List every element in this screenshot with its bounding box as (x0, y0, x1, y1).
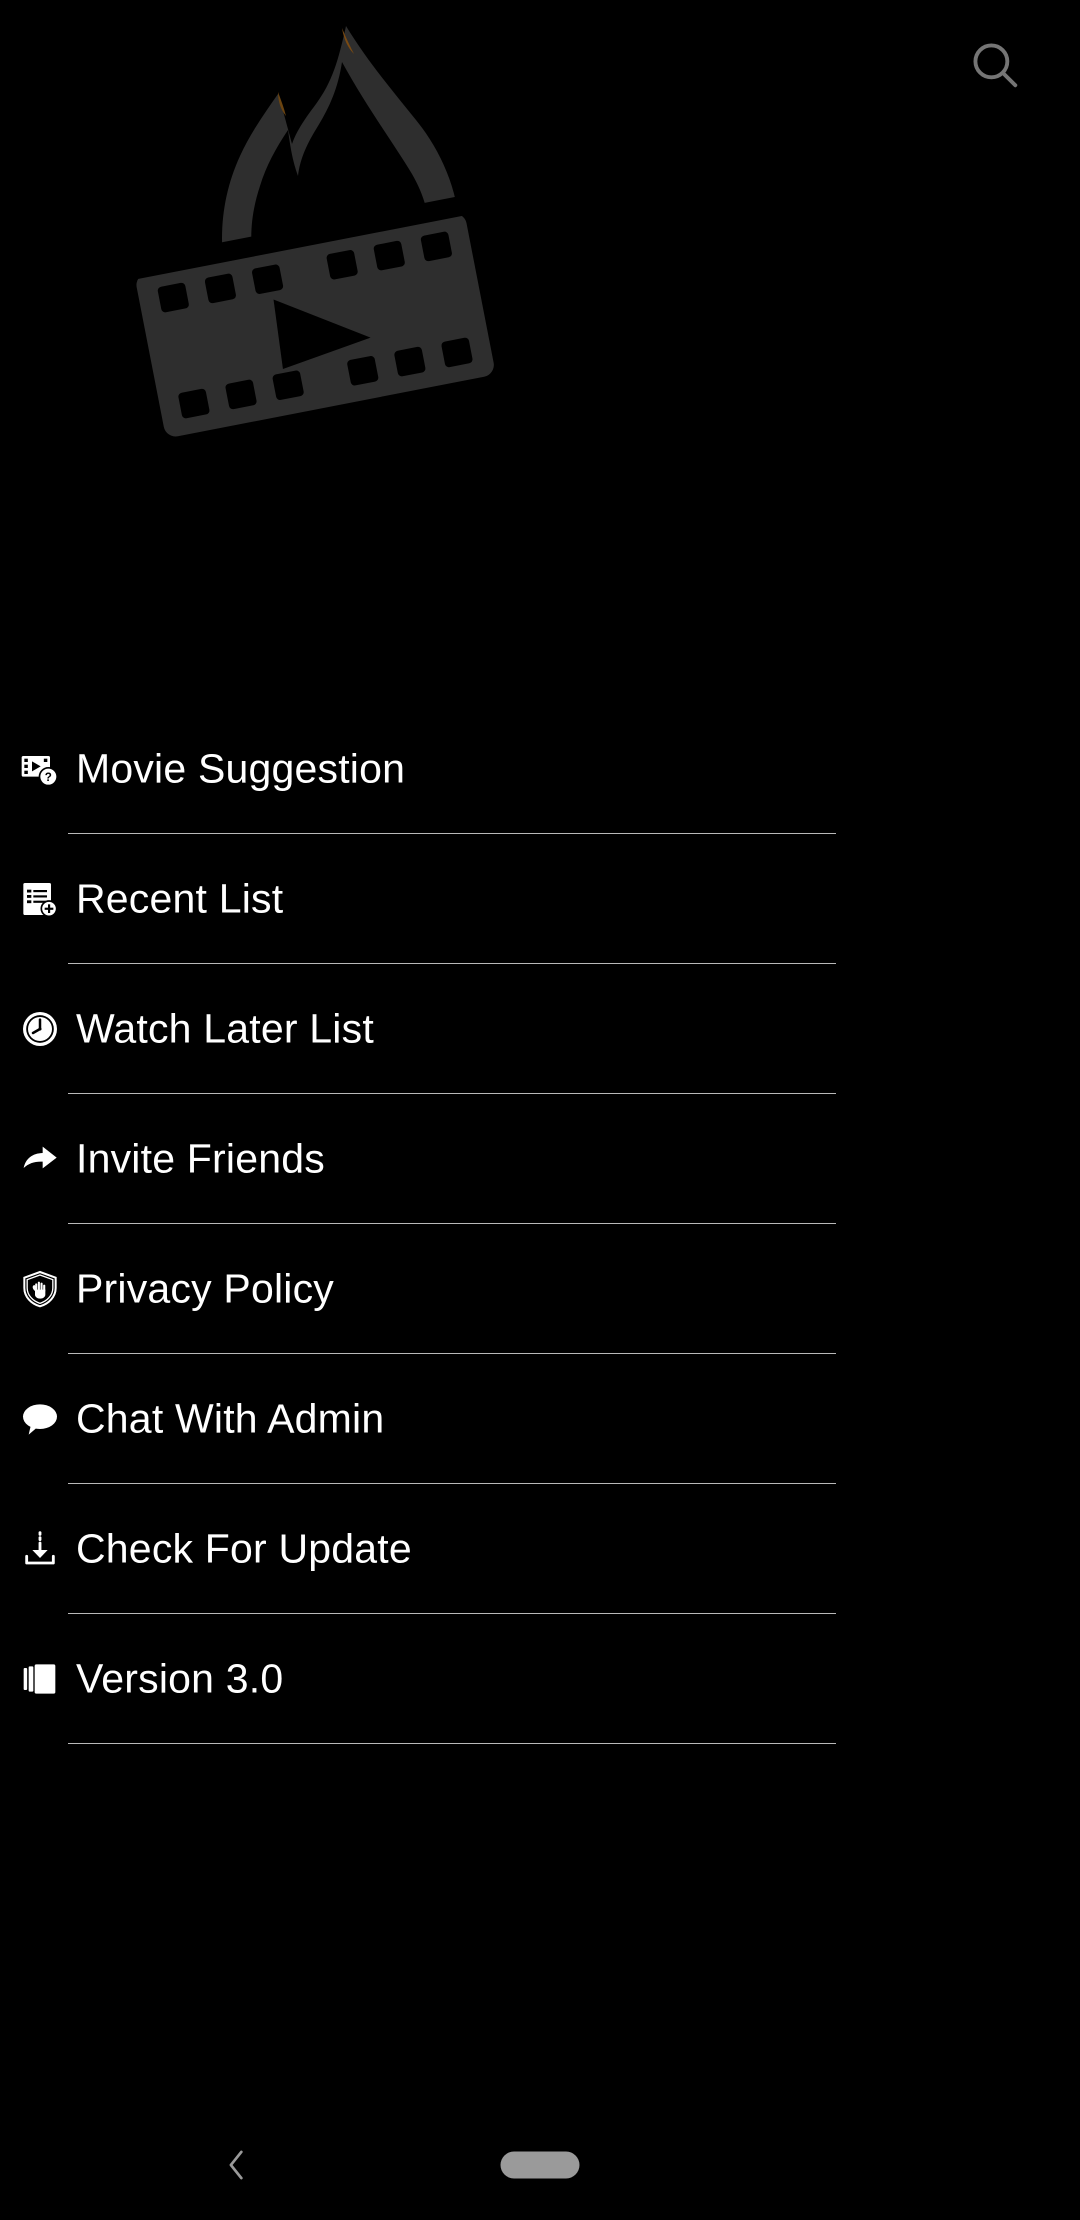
drawer-item-label: Version 3.0 (76, 1655, 284, 1701)
drawer-item-label: Recent List (76, 875, 284, 921)
navigation-drawer: ? Movie Suggestion Recent List Watch Lat… (0, 0, 836, 2220)
download-icon (20, 1529, 60, 1569)
back-chevron-icon[interactable] (207, 2135, 267, 2195)
svg-text:?: ? (45, 771, 52, 784)
drawer-item-label: Chat With Admin (76, 1395, 385, 1441)
drawer-item-label: Check For Update (76, 1525, 412, 1571)
android-navigation-bar (0, 2110, 1080, 2220)
row-content: Invite Friends (0, 1094, 836, 1223)
movie-question-icon: ? (20, 749, 60, 789)
drawer-item-recent-list[interactable]: Recent List (0, 834, 836, 964)
clock-icon (20, 1009, 60, 1049)
row-content: Recent List (0, 834, 836, 963)
drawer-item-check-for-update[interactable]: Check For Update (0, 1484, 836, 1614)
row-content: Check For Update (0, 1484, 836, 1613)
drawer-item-chat-with-admin[interactable]: Chat With Admin (0, 1354, 836, 1484)
row-content: Privacy Policy (0, 1224, 836, 1353)
drawer-header (0, 0, 836, 470)
row-content: Watch Later List (0, 964, 836, 1093)
app-screen: ort Movie (0, 0, 1080, 2220)
drawer-item-version[interactable]: Version 3.0 (0, 1614, 836, 1744)
drawer-item-privacy-policy[interactable]: Privacy Policy (0, 1224, 836, 1354)
flame-film-logo (110, 18, 530, 438)
chat-bubble-icon (20, 1399, 60, 1439)
drawer-item-label: Movie Suggestion (76, 745, 406, 791)
row-content: ? Movie Suggestion (0, 704, 836, 833)
home-pill[interactable] (500, 2151, 580, 2179)
row-content: Chat With Admin (0, 1354, 836, 1483)
shield-hand-icon (20, 1269, 60, 1309)
list-add-icon (20, 879, 60, 919)
drawer-item-movie-suggestion[interactable]: ? Movie Suggestion (0, 704, 836, 834)
search-icon[interactable] (963, 33, 1027, 97)
row-content: Version 3.0 (0, 1614, 836, 1743)
drawer-item-label: Privacy Policy (76, 1265, 334, 1311)
divider (68, 1743, 836, 1744)
drawer-item-invite-friends[interactable]: Invite Friends (0, 1094, 836, 1224)
drawer-menu-list: ? Movie Suggestion Recent List Watch Lat… (0, 704, 836, 1744)
drawer-item-watch-later-list[interactable]: Watch Later List (0, 964, 836, 1094)
drawer-item-label: Invite Friends (76, 1135, 325, 1181)
book-icon (20, 1659, 60, 1699)
drawer-item-label: Watch Later List (76, 1005, 374, 1051)
share-arrow-icon (20, 1139, 60, 1179)
